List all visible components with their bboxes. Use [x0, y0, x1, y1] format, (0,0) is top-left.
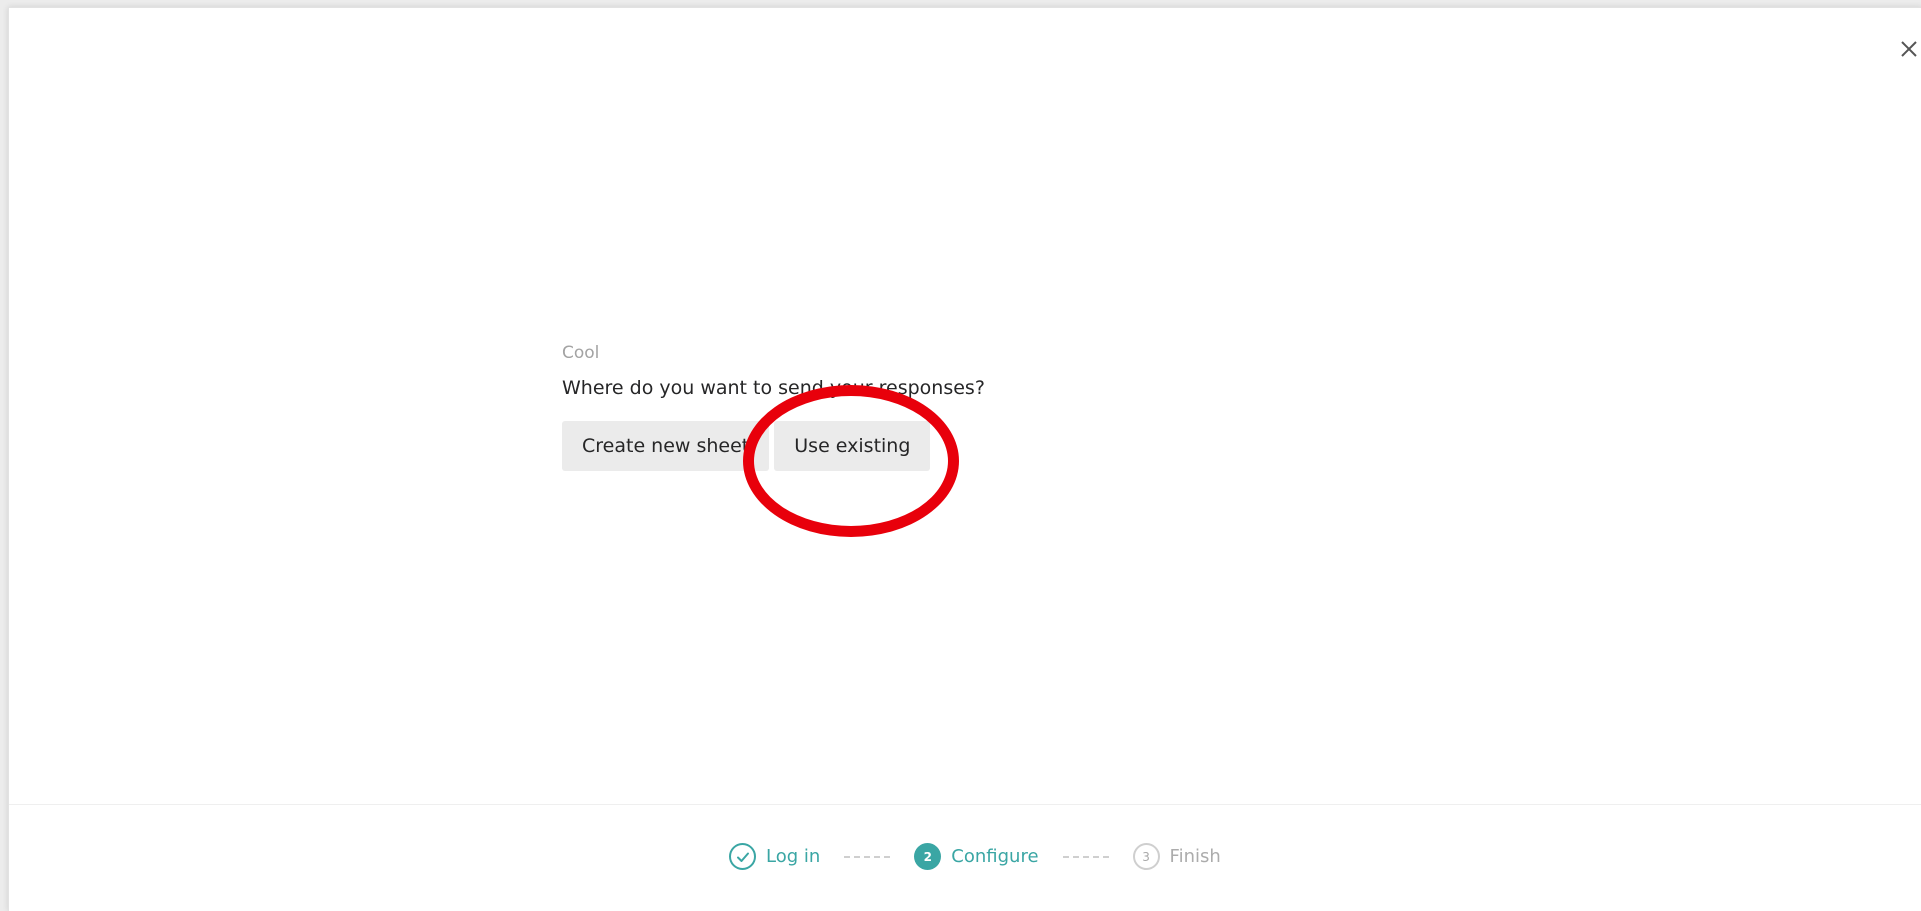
step-log-in: Log in: [729, 843, 820, 870]
step-finish: 3 Finish: [1132, 843, 1221, 870]
integration-modal: Cool Where do you want to send your resp…: [8, 7, 1921, 911]
step-label: Configure: [951, 846, 1039, 867]
step-label: Log in: [766, 846, 821, 867]
check-icon: [729, 843, 756, 870]
choice-buttons: Create new sheet Use existing: [562, 385, 985, 537]
question-text: Where do you want to send your responses…: [562, 377, 985, 399]
close-button[interactable]: [1896, 36, 1921, 62]
step-label: Finish: [1169, 846, 1221, 867]
dialog-content: Cool Where do you want to send your resp…: [562, 341, 985, 537]
step-configure: 2 Configure: [914, 843, 1039, 870]
step-connector: [844, 855, 891, 858]
progress-stepper: Log in 2 Configure 3 Finish: [729, 843, 1221, 870]
footer: Log in 2 Configure 3 Finish: [9, 804, 1921, 911]
create-new-sheet-button[interactable]: Create new sheet: [562, 421, 770, 471]
close-icon: [1901, 41, 1917, 57]
step-number: 3: [1132, 843, 1160, 870]
use-existing-button[interactable]: Use existing: [774, 421, 931, 471]
step-connector: [1062, 855, 1109, 858]
step-number: 2: [914, 843, 942, 870]
eyebrow-text: Cool: [562, 343, 600, 363]
